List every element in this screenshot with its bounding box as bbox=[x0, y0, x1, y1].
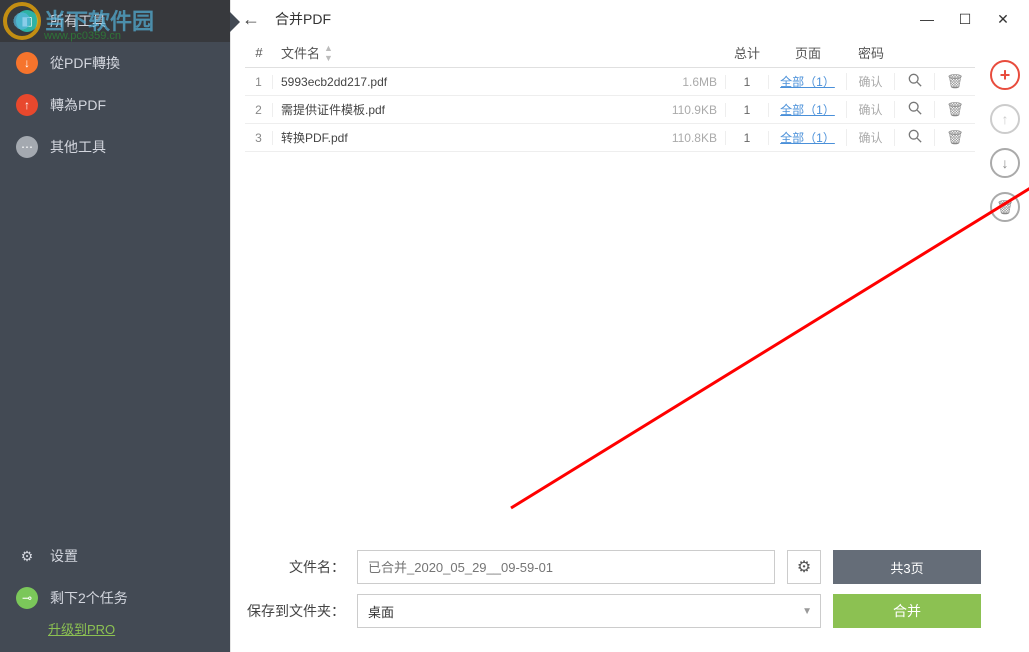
sidebar-item-settings[interactable]: ⚙ 设置 bbox=[0, 535, 230, 577]
table-row[interactable]: 2 需提供证件模板.pdf 110.9KB 1 全部（1） 确认 🗑 bbox=[245, 96, 975, 124]
row-filename: 转换PDF.pdf bbox=[273, 129, 665, 146]
key-icon: ⊸ bbox=[16, 587, 38, 609]
sidebar-item-from-pdf[interactable]: ↓ 從PDF轉換 bbox=[0, 42, 230, 84]
tools-icon: ◧ bbox=[16, 10, 38, 32]
table-row[interactable]: 1 5993ecb2dd217.pdf 1.6MB 1 全部（1） 确认 🗑 bbox=[245, 68, 975, 96]
pages-link[interactable]: 全部（1） bbox=[780, 75, 835, 89]
row-filename: 5993ecb2dd217.pdf bbox=[273, 75, 665, 89]
delete-all-button[interactable]: 🗑 bbox=[990, 192, 1020, 222]
row-filename: 需提供证件模板.pdf bbox=[273, 101, 665, 118]
sidebar-item-label: 從PDF轉換 bbox=[50, 53, 120, 73]
pages-link[interactable]: 全部（1） bbox=[780, 103, 835, 117]
preview-icon[interactable] bbox=[908, 74, 922, 90]
row-number: 3 bbox=[245, 131, 273, 145]
sidebar-item-all-tools[interactable]: ◧ 所有工具 bbox=[0, 0, 230, 42]
back-button[interactable]: ← bbox=[239, 7, 263, 31]
delete-icon[interactable]: 🗑 bbox=[946, 129, 964, 145]
main-area: ← 合并PDF — ☐ ✕ # 文件名 ▲▼ 总计 页面 密码 bbox=[230, 0, 1029, 652]
sidebar-item-tasks[interactable]: ⊸ 剩下2个任务 bbox=[0, 577, 230, 619]
preview-icon[interactable] bbox=[908, 102, 922, 118]
annotation-arrow bbox=[491, 118, 1029, 518]
merge-button[interactable]: 合并 bbox=[833, 594, 981, 628]
col-password[interactable]: 密码 bbox=[847, 43, 895, 62]
delete-icon[interactable]: 🗑 bbox=[946, 101, 964, 117]
arrow-up-icon: ↑ bbox=[16, 94, 38, 116]
row-number: 2 bbox=[245, 103, 273, 117]
col-filename[interactable]: 文件名 ▲▼ bbox=[273, 43, 665, 63]
pages-link[interactable]: 全部（1） bbox=[780, 131, 835, 145]
sidebar-collapse-arrow[interactable] bbox=[230, 12, 240, 32]
file-table: # 文件名 ▲▼ 总计 页面 密码 1 5993ecb2dd217.pdf 1.… bbox=[231, 38, 981, 538]
minimize-button[interactable]: — bbox=[917, 9, 937, 29]
dots-icon: ⋯ bbox=[16, 136, 38, 158]
delete-icon[interactable]: 🗑 bbox=[946, 73, 964, 89]
page-title: 合并PDF bbox=[275, 9, 917, 29]
sort-icon: ▲▼ bbox=[324, 43, 333, 63]
right-toolbar: + ↑ ↓ 🗑 bbox=[981, 38, 1029, 538]
folder-select[interactable]: 桌面 ▼ bbox=[357, 594, 821, 628]
maximize-button[interactable]: ☐ bbox=[955, 9, 975, 29]
sidebar-item-label: 设置 bbox=[50, 546, 78, 566]
row-total: 1 bbox=[725, 75, 769, 89]
col-pages[interactable]: 页面 bbox=[769, 43, 847, 62]
row-total: 1 bbox=[725, 131, 769, 145]
filename-input[interactable] bbox=[357, 550, 775, 584]
chevron-down-icon: ▼ bbox=[802, 606, 812, 617]
sidebar-item-label: 其他工具 bbox=[50, 137, 106, 157]
row-size: 110.9KB bbox=[665, 103, 725, 117]
move-up-button[interactable]: ↑ bbox=[990, 104, 1020, 134]
folder-label: 保存到文件夹： bbox=[245, 601, 345, 621]
row-password[interactable]: 确认 bbox=[847, 129, 895, 146]
header: ← 合并PDF — ☐ ✕ bbox=[231, 0, 1029, 38]
col-number[interactable]: # bbox=[245, 45, 273, 60]
preview-icon[interactable] bbox=[908, 130, 922, 146]
filename-label: 文件名： bbox=[245, 557, 345, 577]
row-password[interactable]: 确认 bbox=[847, 73, 895, 90]
sidebar-item-label: 剩下2个任务 bbox=[50, 588, 128, 608]
row-password[interactable]: 确认 bbox=[847, 101, 895, 118]
row-size: 1.6MB bbox=[665, 75, 725, 89]
upgrade-link[interactable]: 升级到PRO bbox=[0, 619, 230, 642]
col-total[interactable]: 总计 bbox=[725, 43, 769, 62]
sidebar-item-label: 所有工具 bbox=[50, 11, 106, 31]
sidebar-item-other-tools[interactable]: ⋯ 其他工具 bbox=[0, 126, 230, 168]
add-file-button[interactable]: + bbox=[990, 60, 1020, 90]
table-row[interactable]: 3 转换PDF.pdf 110.8KB 1 全部（1） 确认 🗑 bbox=[245, 124, 975, 152]
close-button[interactable]: ✕ bbox=[993, 9, 1013, 29]
row-total: 1 bbox=[725, 103, 769, 117]
gear-icon: ⚙ bbox=[16, 545, 38, 567]
arrow-down-icon: ↓ bbox=[16, 52, 38, 74]
footer: 文件名： ⚙ 共3页 保存到文件夹： 桌面 ▼ 合并 bbox=[231, 538, 1029, 652]
sidebar-item-to-pdf[interactable]: ↑ 轉為PDF bbox=[0, 84, 230, 126]
move-down-button[interactable]: ↓ bbox=[990, 148, 1020, 178]
row-size: 110.8KB bbox=[665, 131, 725, 145]
settings-button[interactable]: ⚙ bbox=[787, 550, 821, 584]
sidebar: 当下软件园 www.pc0359.cn ◧ 所有工具 ↓ 從PDF轉換 ↑ 轉為… bbox=[0, 0, 230, 652]
page-count-badge: 共3页 bbox=[833, 550, 981, 584]
sidebar-item-label: 轉為PDF bbox=[50, 95, 106, 115]
row-number: 1 bbox=[245, 75, 273, 89]
table-header: # 文件名 ▲▼ 总计 页面 密码 bbox=[245, 38, 975, 68]
